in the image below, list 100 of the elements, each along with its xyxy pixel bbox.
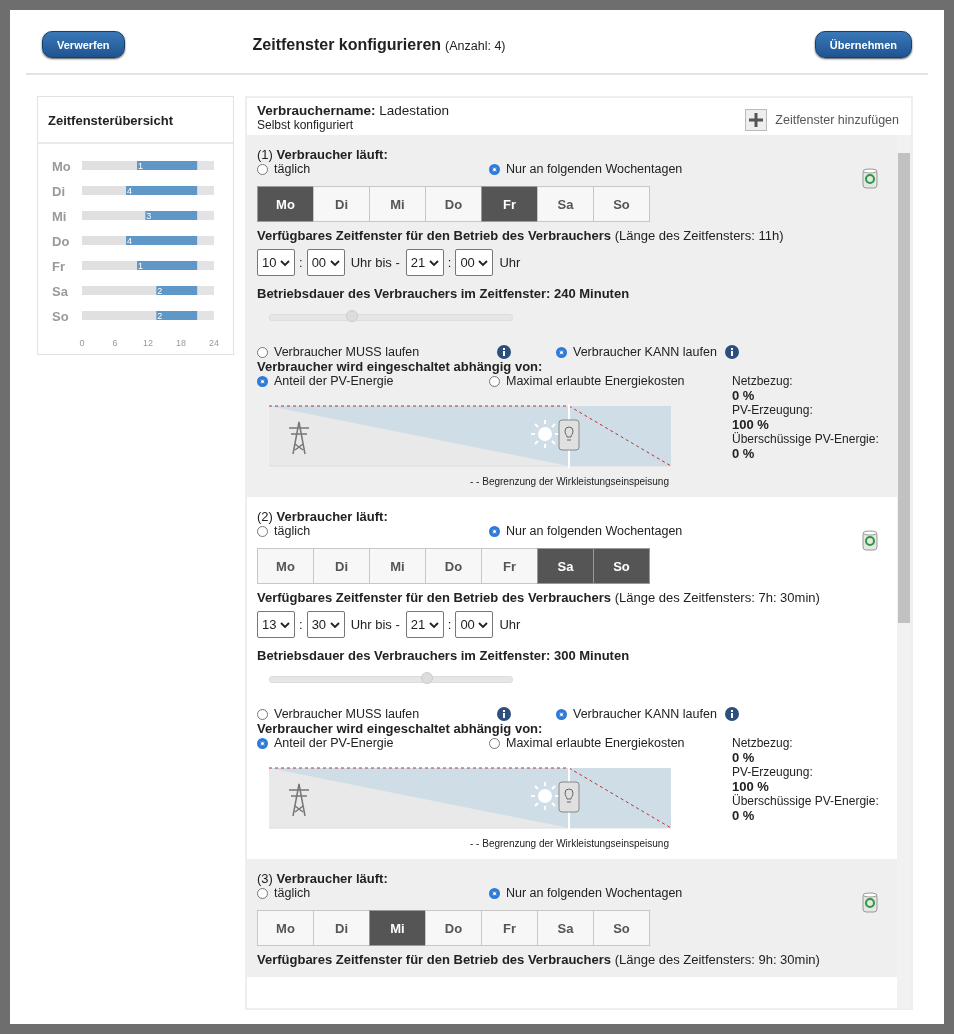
switch-condition-label: Verbraucher wird eingeschaltet abhängig von: [257, 359, 544, 374]
weekday-toggle[interactable]: Sa [537, 910, 594, 946]
weekday-toggle[interactable]: So [593, 910, 650, 946]
weekday-toggle[interactable]: Fr [481, 910, 538, 946]
daily-radio[interactable]: täglich [257, 886, 489, 900]
stat-label: Netzbezug: [732, 736, 794, 750]
bar [82, 261, 137, 270]
day-label: Mo [52, 159, 71, 174]
info-icon[interactable] [724, 707, 739, 721]
add-window-button[interactable]: Zeitfenster hinzufügen [745, 108, 899, 131]
hour-select[interactable]: 21 [405, 249, 444, 276]
bar [137, 261, 198, 270]
weekday-toggle[interactable]: Sa [537, 186, 594, 222]
dialog-title: Zeitfenster konfigurieren [252, 35, 442, 53]
info-icon[interactable] [724, 345, 739, 359]
weekday-toggle[interactable]: Di [313, 910, 370, 946]
weekday-toggle[interactable]: Do [425, 186, 482, 222]
bar-value: 3 [146, 211, 152, 221]
can-run-radio[interactable]: Verbraucher KANN laufen [556, 707, 717, 721]
weekday-toggle[interactable]: Mi [369, 186, 426, 222]
max-cost-radio[interactable]: Maximal erlaubte Energiekosten [489, 736, 721, 750]
weekday-toggle[interactable]: So [593, 548, 650, 584]
minute-select[interactable]: 30 [306, 611, 345, 638]
weekday-toggle[interactable]: Mo [257, 186, 314, 222]
time-separator: : [447, 255, 452, 270]
axis-tick: 12 [143, 338, 153, 348]
weekday-toggle[interactable]: Mo [257, 910, 314, 946]
stat-label: Überschüssige PV-Energie: [732, 432, 879, 446]
daily-radio[interactable]: täglich [257, 162, 489, 176]
time-separator: : [299, 255, 303, 270]
weekday-toggle[interactable]: Fr [481, 548, 538, 584]
can-run-radio[interactable]: Verbraucher KANN laufen [556, 345, 717, 359]
stat-label: PV-Erzeugung: [732, 765, 814, 779]
caret-icon [329, 620, 340, 629]
time-window-label: Verfügbares Zeitfenster für den Betrieb des Verbrauchers (Länge des Zeitfensters: 11h) [257, 228, 785, 243]
caret-icon [428, 620, 439, 629]
weekday-toggle[interactable]: Fr [481, 186, 538, 222]
switch-condition-label: Verbraucher wird eingeschaltet abhängig von: [257, 721, 544, 736]
apply-button[interactable]: Übernehmen [814, 31, 912, 58]
hour-select[interactable]: 13 [257, 611, 295, 638]
stat-value: 0 % [732, 446, 756, 461]
weekday-toggle[interactable]: Mi [369, 548, 426, 584]
weekday-toggle[interactable]: Mi [369, 910, 426, 946]
axis-tick: 18 [176, 338, 186, 348]
bar [82, 161, 137, 170]
weekday-toggle[interactable]: Do [425, 910, 482, 946]
bar-value: 4 [127, 236, 132, 246]
stat-label: Netzbezug: [732, 374, 794, 388]
axis-tick: 0 [79, 338, 85, 348]
info-icon[interactable] [497, 707, 511, 721]
must-run-radio[interactable]: Verbraucher MUSS laufen [257, 345, 489, 359]
pv-share-drawing[interactable] [269, 766, 671, 830]
weekdays-radio[interactable]: Nur an folgenden Wochentagen [489, 524, 721, 538]
minute-select[interactable]: 00 [306, 249, 345, 276]
duration-label: Betriebsdauer des Verbrauchers im Zeitfenster: 240 Minuten [257, 286, 631, 301]
day-label: Sa [52, 284, 68, 299]
pv-share-radio[interactable]: Anteil der PV-Energie [257, 736, 489, 750]
stat-label: PV-Erzeugung: [732, 403, 814, 417]
weekday-toggle[interactable]: Di [313, 186, 370, 222]
hour-select[interactable]: 10 [257, 249, 295, 276]
weekday-toggle[interactable]: Mo [257, 548, 314, 584]
day-label: Fr [52, 259, 65, 274]
recycle-bin-icon[interactable] [861, 891, 879, 913]
must-run-radio[interactable]: Verbraucher MUSS laufen [257, 707, 489, 721]
max-cost-radio[interactable]: Maximal erlaubte Energiekosten [489, 374, 721, 388]
until-text: Uhr bis - [350, 617, 400, 632]
info-icon[interactable] [497, 345, 511, 359]
weekday-toggle[interactable]: Do [425, 548, 482, 584]
axis-tick: 6 [112, 338, 118, 348]
hour-select[interactable]: 21 [405, 611, 444, 638]
minute-select[interactable]: 00 [455, 249, 494, 276]
recycle-bin-icon[interactable] [861, 167, 879, 189]
window-count: (Anzahl: 4) [445, 38, 506, 53]
discard-button[interactable]: Verwerfen [42, 31, 125, 58]
weekday-toggle[interactable]: Sa [537, 548, 594, 584]
minute-select[interactable]: 00 [455, 611, 494, 638]
consumer-name: Verbrauchername: Ladestation [257, 103, 451, 118]
weekdays-radio[interactable]: Nur an folgenden Wochentagen [489, 162, 721, 176]
stat-label: Überschüssige PV-Energie: [732, 794, 879, 808]
until-text: Uhr bis - [350, 255, 400, 270]
pv-share-drawing[interactable] [269, 404, 671, 468]
legend-text: - - Begrenzung der Wirkleistungseinspeisung [469, 838, 669, 849]
stat-value: 0 % [732, 388, 756, 403]
daily-radio[interactable]: täglich [257, 524, 489, 538]
consumer-subtitle: Selbst konfiguriert [257, 118, 355, 132]
recycle-bin-icon[interactable] [861, 529, 879, 551]
legend-text: - - Begrenzung der Wirkleistungseinspeisung [469, 476, 669, 487]
weekday-toggle[interactable]: Di [313, 548, 370, 584]
bar-value: 1 [138, 261, 143, 271]
section-title: (3) Verbraucher läuft: [257, 871, 389, 886]
scrollbar[interactable] [897, 135, 911, 1008]
axis-tick: 24 [209, 338, 219, 348]
caret-icon [428, 258, 439, 267]
bar [82, 211, 146, 220]
time-window-label: Verfügbares Zeitfenster für den Betrieb des Verbrauchers (Länge des Zeitfensters: 7h: 30min) [257, 590, 821, 605]
weekday-toggle[interactable]: So [593, 186, 650, 222]
weekdays-radio[interactable]: Nur an folgenden Wochentagen [489, 886, 721, 900]
pv-share-radio[interactable]: Anteil der PV-Energie [257, 374, 489, 388]
day-label: Mi [52, 209, 67, 224]
overview-title: Zeitfensterübersicht [38, 97, 233, 144]
